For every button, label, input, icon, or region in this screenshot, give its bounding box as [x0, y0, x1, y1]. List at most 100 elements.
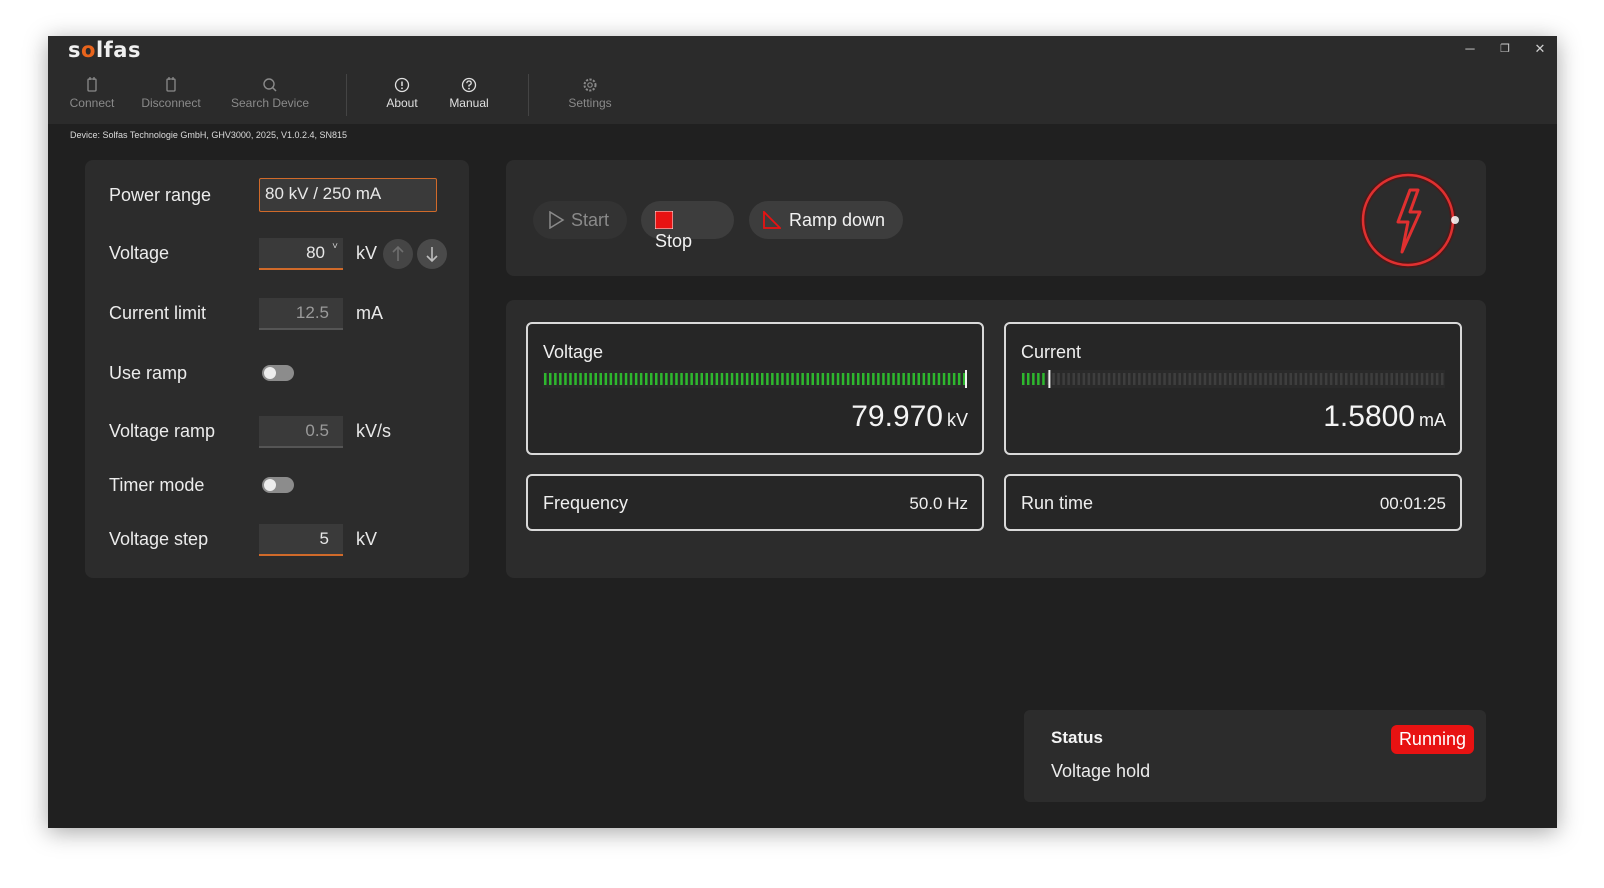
about-button[interactable]: About: [382, 76, 422, 110]
search-icon: [263, 78, 277, 92]
high-voltage-icon: [1360, 172, 1459, 268]
voltage-bar-segment: [650, 373, 653, 385]
timer-mode-toggle[interactable]: [262, 477, 294, 493]
chevron-down-icon: ˅: [332, 241, 338, 252]
current-bar-segment: [1299, 373, 1303, 385]
current-bargraph: [1021, 370, 1445, 388]
stop-button[interactable]: Stop: [641, 201, 734, 251]
current-bar-segment: [1244, 373, 1247, 385]
ramp-down-icon: [763, 209, 783, 229]
current-bar-segment: [1158, 373, 1161, 385]
voltage-bar-segment: [897, 373, 900, 385]
voltage-bar-segment: [791, 373, 794, 385]
current-bar-segment: [1107, 373, 1111, 385]
frequency-value: 50.0 Hz: [909, 494, 968, 513]
current-limit-unit: mA: [356, 303, 383, 323]
voltage-bar-segment: [690, 373, 693, 385]
voltage-bar-segment: [836, 373, 840, 385]
voltage-bar-segment: [947, 373, 951, 385]
voltage-ramp-unit: kV/s: [356, 421, 392, 441]
current-bar-segment: [1123, 373, 1126, 385]
manual-label: Manual: [449, 96, 489, 110]
minimize-button[interactable]: ─: [1455, 39, 1485, 59]
current-reading-unit: mA: [1419, 410, 1446, 430]
voltage-bar-segment: [604, 373, 608, 385]
search-device-button[interactable]: Search Device: [230, 76, 310, 110]
voltage-reading: 79.970: [851, 400, 943, 433]
current-bar-segment: [1193, 373, 1197, 385]
close-button[interactable]: ✕: [1525, 39, 1555, 59]
voltage-bar-segment: [700, 373, 703, 385]
voltage-bar-segment: [735, 373, 739, 385]
disconnect-button[interactable]: Disconnect: [140, 76, 202, 110]
voltage-bar-segment: [544, 373, 547, 385]
stop-label: Stop: [655, 231, 693, 251]
use-ramp-toggle[interactable]: [262, 365, 294, 381]
voltage-step-input[interactable]: 5: [259, 524, 343, 556]
voltage-bar-segment: [816, 373, 820, 385]
voltage-bar-segment: [710, 373, 714, 385]
voltage-bar-segment: [811, 373, 814, 385]
start-button[interactable]: Start: [533, 201, 627, 239]
current-bar-segment: [1375, 373, 1378, 385]
status-text: Voltage hold: [1051, 761, 1151, 781]
voltage-bar-segment: [831, 373, 835, 385]
connect-button[interactable]: Connect: [68, 76, 116, 110]
voltage-bar-segment: [771, 373, 774, 385]
voltage-bar-segment: [857, 373, 860, 385]
restore-button[interactable]: ❐: [1490, 39, 1520, 59]
voltage-bar-segment: [584, 373, 587, 385]
current-bar-segment: [1229, 373, 1232, 385]
current-bar-segment: [1304, 373, 1308, 385]
current-bar-segment: [1097, 373, 1101, 385]
voltage-down-button[interactable]: [417, 239, 447, 269]
toolbar-divider: [346, 74, 347, 116]
stop-icon: [654, 210, 674, 230]
voltage-bar-segment: [549, 373, 552, 385]
current-bar-segment: [1249, 373, 1252, 385]
current-bar-segment: [1441, 373, 1444, 385]
voltage-bar-segment: [574, 373, 577, 385]
current-bar-segment: [1259, 373, 1262, 385]
voltage-bar-segment: [766, 373, 769, 385]
arrow-up-icon: [392, 245, 404, 261]
app-window: solfas ─ ❐ ✕ Connect Disconnect Search D…: [48, 36, 1557, 828]
voltage-bar-segment: [902, 373, 905, 385]
voltage-bar-segment: [867, 373, 870, 385]
voltage-bar-segment: [559, 373, 562, 385]
unplug-icon: [166, 77, 176, 92]
manual-button[interactable]: Manual: [446, 76, 492, 110]
current-bar-segment: [1430, 373, 1434, 385]
current-bar-segment: [1112, 373, 1116, 385]
voltage-bar-segment: [756, 373, 759, 385]
voltage-bar-segment: [841, 373, 845, 385]
settings-button[interactable]: Settings: [564, 76, 616, 110]
voltage-bar-segment: [665, 373, 668, 385]
current-bar-segment: [1365, 373, 1368, 385]
voltage-bar-segment: [589, 373, 592, 385]
power-range-select[interactable]: 80 kV / 250 mA: [259, 178, 437, 212]
current-bar-segment: [1042, 373, 1045, 385]
voltage-bar-segment: [796, 373, 799, 385]
voltage-bar-segment: [846, 373, 850, 385]
current-card-title: Current: [1021, 342, 1082, 362]
current-bar-segment: [1183, 373, 1186, 385]
voltage-value: 80: [306, 243, 325, 262]
voltage-step-label: Voltage step: [109, 529, 209, 549]
current-limit-input[interactable]: 12.5: [259, 298, 343, 330]
voltage-bar-segment: [624, 373, 628, 385]
current-bar-segment: [1370, 373, 1373, 385]
voltage-bar-segment: [942, 373, 946, 385]
current-bar-segment: [1425, 373, 1429, 385]
voltage-ramp-input[interactable]: 0.5: [259, 416, 343, 448]
connect-label: Connect: [69, 96, 115, 110]
current-bar-segment: [1360, 373, 1363, 385]
voltage-up-button[interactable]: [383, 239, 413, 269]
current-bar-segment: [1309, 373, 1313, 385]
voltage-bar-segment: [862, 373, 865, 385]
voltage-bar-segment: [705, 373, 708, 385]
voltage-input[interactable]: 80 ˅: [259, 238, 343, 270]
ramp-down-button[interactable]: Ramp down: [749, 201, 903, 239]
voltage-card-title: Voltage: [543, 342, 604, 362]
current-bar-segment: [1168, 373, 1171, 385]
